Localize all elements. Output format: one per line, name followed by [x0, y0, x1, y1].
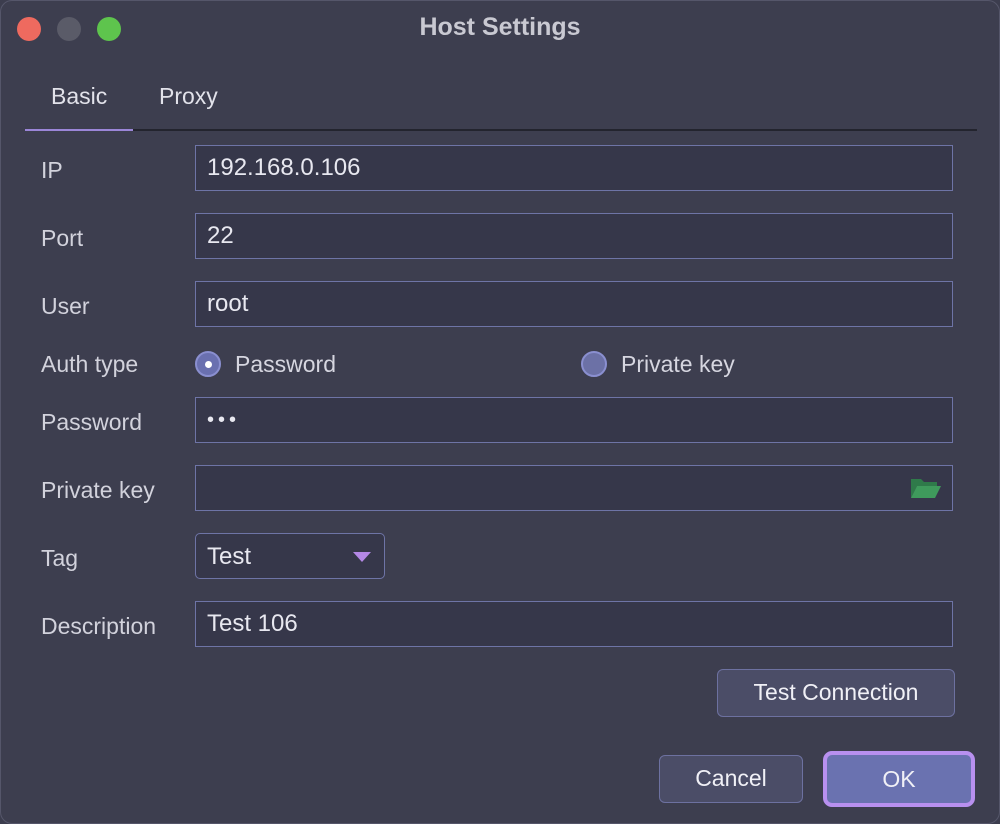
auth-type-label: Auth type	[41, 351, 139, 377]
port-field[interactable]: 22	[195, 213, 953, 259]
ip-field[interactable]: 192.168.0.106	[195, 145, 953, 191]
private-key-field[interactable]	[195, 465, 953, 511]
auth-password-label[interactable]: Password	[235, 351, 336, 378]
tag-value: Test	[207, 543, 252, 570]
chevron-down-icon	[353, 552, 371, 562]
port-label: Port	[41, 225, 84, 251]
ok-button[interactable]: OK	[823, 751, 975, 807]
ip-label: IP	[41, 157, 63, 183]
title-bar: Host Settings	[1, 1, 999, 57]
port-value: 22	[207, 222, 234, 249]
private-key-label: Private key	[41, 477, 155, 503]
user-value: root	[207, 290, 249, 317]
window-title: Host Settings	[419, 13, 581, 41]
host-settings-dialog: Host Settings Basic Proxy IP 192.168.0.1…	[0, 0, 1000, 824]
auth-password-radio[interactable]	[195, 351, 221, 377]
active-tab-indicator	[25, 129, 133, 131]
password-label: Password	[41, 409, 142, 435]
auth-private-key-radio[interactable]	[581, 351, 607, 377]
tab-bar: Basic Proxy	[25, 73, 977, 131]
tag-label: Tag	[41, 545, 79, 571]
password-value: •••	[207, 409, 241, 431]
description-field[interactable]: Test 106	[195, 601, 953, 647]
description-value: Test 106	[207, 610, 298, 637]
user-label: User	[41, 293, 90, 319]
user-field[interactable]: root	[195, 281, 953, 327]
auth-private-key-label[interactable]: Private key	[621, 351, 735, 378]
tab-basic[interactable]: Basic	[51, 83, 107, 110]
description-label: Description	[41, 613, 157, 639]
folder-open-icon[interactable]	[910, 476, 942, 500]
password-field[interactable]: •••	[195, 397, 953, 443]
cancel-button[interactable]: Cancel	[659, 755, 803, 803]
tag-select[interactable]: Test	[195, 533, 385, 579]
ip-value: 192.168.0.106	[207, 154, 361, 181]
tab-proxy[interactable]: Proxy	[159, 83, 218, 110]
test-connection-button[interactable]: Test Connection	[717, 669, 955, 717]
